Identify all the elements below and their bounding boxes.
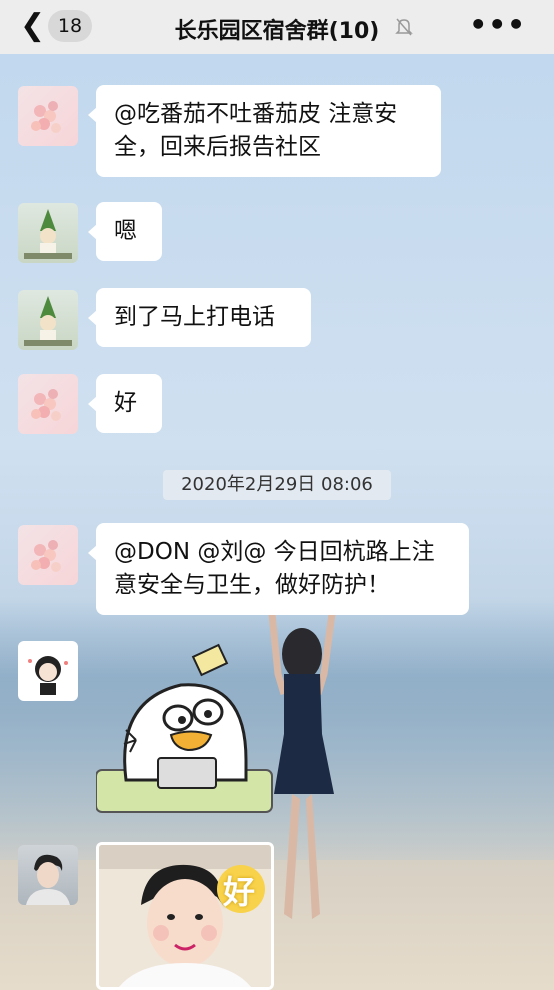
gnome-avatar[interactable]: [18, 203, 78, 263]
message-text: @DON @刘@ 今日回杭路上注: [114, 539, 435, 565]
pink-flowers-avatar[interactable]: [18, 374, 78, 434]
message-bubble[interactable]: 嗯: [88, 202, 162, 261]
gnome-avatar[interactable]: [18, 290, 78, 350]
message-bubble[interactable]: 到了马上打电话: [88, 288, 311, 347]
bell-slash-icon: [395, 18, 413, 36]
girl-cartoon-avatar[interactable]: [18, 641, 78, 701]
pink-flowers-avatar[interactable]: [18, 86, 78, 146]
message-bubble[interactable]: 好: [88, 374, 162, 433]
message-bubble[interactable]: @吃番茄不吐番茄皮 注意安 全，回来后报告社区: [88, 85, 441, 177]
photo-text: 好: [223, 873, 256, 911]
message-text: 全，回来后报告社区: [114, 134, 321, 160]
message-text: 意安全与卫生，做好防护！: [114, 572, 390, 598]
boy-photo[interactable]: 好: [96, 842, 274, 990]
message-text: 好: [114, 390, 137, 416]
timestamp: 2020年2月29日 08:06: [163, 470, 391, 500]
young-man-avatar[interactable]: [18, 845, 78, 905]
duck-sticker-with-laptop[interactable]: [96, 640, 276, 815]
message-text: 到了马上打电话: [114, 304, 275, 330]
pink-flowers-avatar[interactable]: [18, 525, 78, 585]
more-icon[interactable]: •••: [469, 8, 526, 41]
message-text: @吃番茄不吐番茄皮 注意安: [114, 101, 398, 127]
message-bubble[interactable]: @DON @刘@ 今日回杭路上注 意安全与卫生，做好防护！: [88, 523, 469, 615]
chat-header: ❮ 18 长乐园区宿舍群(10) •••: [0, 0, 554, 54]
message-text: 嗯: [114, 218, 137, 244]
